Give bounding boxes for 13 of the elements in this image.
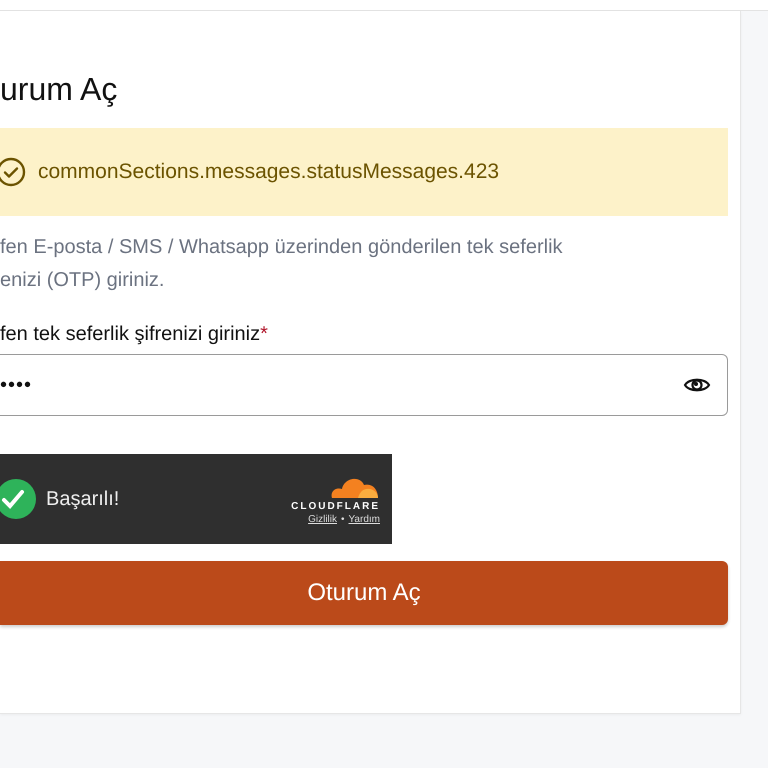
sign-in-button[interactable]: Oturum Aç: [0, 561, 728, 625]
password-field[interactable]: ••••: [0, 354, 728, 416]
success-check-icon: [0, 477, 38, 521]
instruction-text: fen E-posta / SMS / Whatsapp üzerinden gönderilen tek seferlik enizi (OTP) giriniz.: [0, 235, 564, 293]
page-title: urum Aç: [0, 70, 118, 109]
help-link[interactable]: Yardım: [348, 514, 380, 525]
privacy-link[interactable]: Gizlilik: [308, 514, 337, 525]
brand-label: CLOUDFLARE: [291, 501, 380, 512]
link-separator: •: [340, 514, 344, 525]
alert-message: commonSections.messages.statusMessages.423: [38, 160, 500, 184]
captcha-status: Başarılı!: [46, 488, 120, 510]
field-label: fen tek seferlik şifrenizi giriniz: [0, 323, 260, 345]
required-mark: *: [260, 323, 268, 345]
